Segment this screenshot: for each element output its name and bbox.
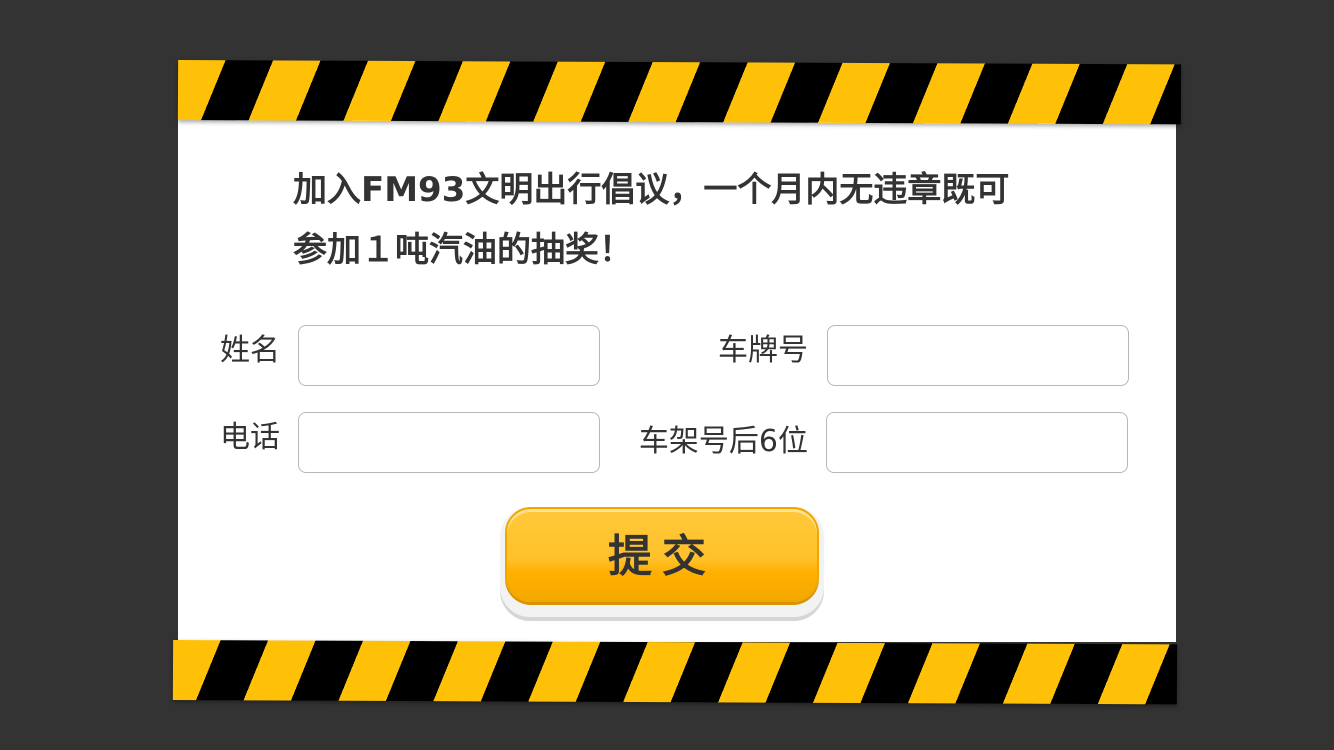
caution-tape-bottom (172, 640, 1178, 705)
promo-headline: 加入FM93文明出行倡议，一个月内无违章既可 参加１吨汽油的抽奖！ (293, 160, 1093, 280)
name-input[interactable] (298, 325, 600, 386)
plate-label: 车牌号 (718, 333, 808, 368)
phone-input[interactable] (298, 412, 600, 473)
vin-input[interactable] (826, 412, 1128, 473)
submit-button[interactable]: 提交 (505, 507, 819, 602)
promo-headline-line-1: 加入FM93文明出行倡议，一个月内无违章既可 (293, 170, 1010, 210)
name-label: 姓名 (220, 333, 280, 368)
submit-button-label: 提交 (608, 530, 716, 582)
page: 加入FM93文明出行倡议，一个月内无违章既可 参加１吨汽油的抽奖！ 姓名 车牌号… (0, 0, 1334, 750)
plate-input[interactable] (827, 325, 1129, 386)
caution-tape-top (177, 60, 1182, 125)
phone-label: 电话 (220, 420, 280, 455)
vin-label: 车架号后6位 (638, 424, 808, 459)
promo-headline-line-2: 参加１吨汽油的抽奖！ (293, 230, 633, 270)
submit-button-base: 提交 (500, 507, 824, 617)
